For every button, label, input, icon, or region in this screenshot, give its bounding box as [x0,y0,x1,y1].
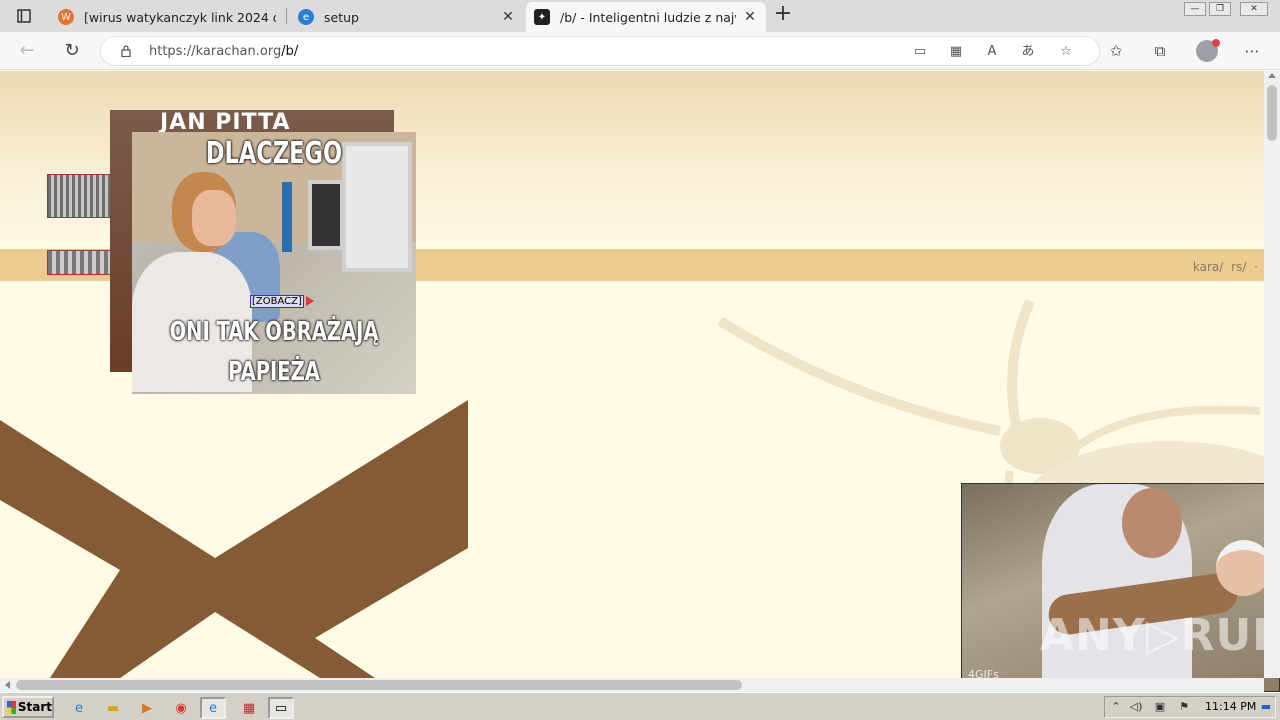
restore-button[interactable]: ❐ [1209,2,1231,16]
chrome-icon[interactable]: ◉ [168,697,194,719]
flag-icon[interactable]: ⚑ [1177,700,1191,714]
meme-top-caption: DLACZEGO [205,136,343,171]
refresh-button[interactable]: ↻ [61,40,83,62]
taskbar: Start e ▬ ▶ ◉ e ▦ ▭ ⌃ ◁) ▣ ⚑ 11:14 PM ▬ [0,692,1280,720]
qr-code-icon[interactable]: ▦ [947,43,965,61]
lock-icon [121,45,131,57]
tab-actions-icon [17,9,31,23]
start-button[interactable]: Start [2,696,54,718]
zobacz-link[interactable]: [ZOBACZ] [250,295,304,308]
profile-avatar[interactable] [1196,39,1220,62]
edge-icon: e [298,9,314,25]
app-available-icon[interactable]: ▭ [911,43,929,61]
windows-flag-icon [7,700,16,714]
folder-icon[interactable]: ▬ [100,697,126,719]
meme-bottom-caption: ONI TAK OBRAŻAJĄ PAPIEŻA [169,317,379,387]
vertical-scroll-thumb[interactable] [1267,85,1277,141]
show-desktop-icon[interactable]: ▬ [1259,700,1273,714]
close-window-button[interactable]: ✕ [1240,2,1268,16]
scroll-left-arrow-icon[interactable] [5,681,10,689]
tab-actions-button[interactable] [10,6,38,26]
meme-popup-image[interactable]: DLACZEGO ONI TAK OBRAŻAJĄ PAPIEŻA [ZOBAC… [132,132,416,394]
banner-shape [282,182,292,252]
archive-app-icon[interactable]: ▦ [236,697,262,719]
tab-strip: W [wirus watykanczyk link 2024 dov e set… [0,0,1280,32]
anyrun-watermark: ANY▷RUN [1040,610,1280,661]
document-icon: W [58,9,74,25]
volume-icon[interactable]: ◁) [1129,700,1143,714]
back-button[interactable]: ← [16,40,38,62]
tab-karachan-b[interactable]: ✦ /b/ - Inteligentni ludzie z najwyż ✕ [526,2,766,32]
system-tray: ⌃ ◁) ▣ ⚑ 11:14 PM ▬ [1104,696,1276,718]
close-tab-icon[interactable]: ✕ [742,9,758,25]
media-player-icon[interactable]: ▶ [134,697,160,719]
banner-thumbnail[interactable] [47,250,111,275]
internet-explorer-icon[interactable]: e [66,697,92,719]
edge-taskbar-icon[interactable]: e [200,697,226,719]
board-links[interactable]: kara/ rs/ · [1193,260,1258,274]
horizontal-scrollbar[interactable] [0,678,1264,692]
collections-icon[interactable]: ⧉ [1150,41,1170,61]
window-app-icon[interactable]: ▭ [268,697,294,719]
monitor-shape [308,180,344,250]
girl-face [192,190,236,246]
tab-separator [286,8,287,24]
minimize-button[interactable]: — [1184,2,1206,16]
tab-setup[interactable]: e setup ✕ [290,2,524,32]
brown-x-shape [0,400,468,678]
scroll-up-arrow-icon[interactable] [1268,73,1276,78]
address-bar[interactable]: https://karachan.org/b/ ▭ ▦ A あ ☆ [100,36,1100,66]
person-head [1122,488,1182,558]
tab-wirus[interactable]: W [wirus watykanczyk link 2024 dov [50,2,284,32]
favorites-icon[interactable]: ✩ [1106,41,1126,61]
new-tab-button[interactable]: + [772,3,794,26]
clock[interactable]: 11:14 PM [1205,700,1256,713]
close-tab-icon[interactable]: ✕ [500,9,516,25]
show-hidden-icons-icon[interactable]: ⌃ [1109,700,1123,714]
vertical-scrollbar[interactable] [1264,71,1280,678]
network-icon[interactable]: ▣ [1153,700,1167,714]
corner-gif-overlay[interactable]: ANY▷RUN 4GIFs .com [961,483,1280,692]
read-aloud-icon[interactable]: A [983,43,1001,61]
more-options-icon[interactable]: ⋯ [1242,41,1262,61]
translate-icon[interactable]: あ [1019,43,1037,61]
arrow-icon [306,296,314,306]
browser-toolbar: ← ↻ https://karachan.org/b/ ▭ ▦ A あ ☆ ✩ … [0,32,1280,70]
horizontal-scroll-thumb[interactable] [16,680,742,690]
url-text: https://karachan.org/b/ [149,44,299,59]
karachan-icon: ✦ [534,9,550,25]
banner-thumbnail[interactable] [47,174,111,218]
add-favorite-icon[interactable]: ☆ [1057,43,1075,61]
